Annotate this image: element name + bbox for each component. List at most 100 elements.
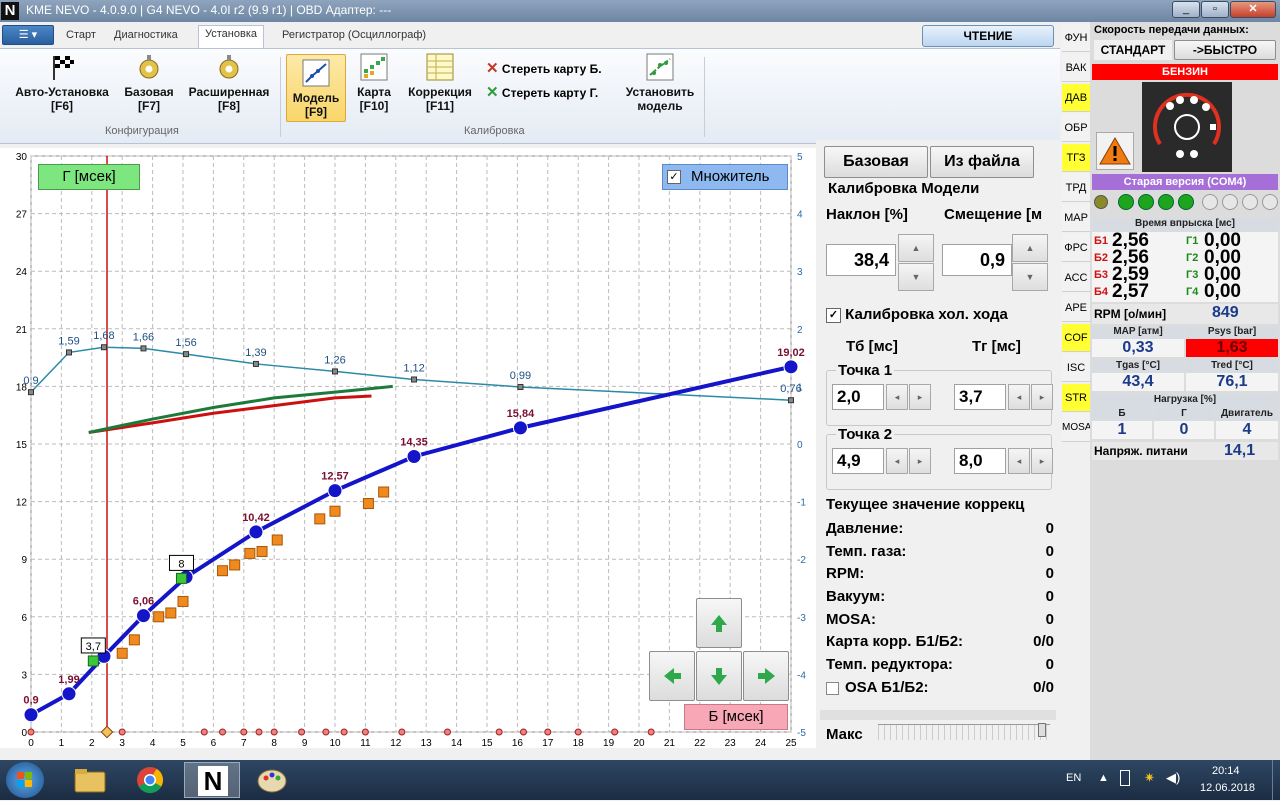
side-tab[interactable]: COF — [1062, 324, 1090, 352]
battery-icon[interactable] — [1120, 770, 1130, 786]
load-engine-label: Двигатель — [1216, 408, 1278, 421]
base-button[interactable]: Базовая — [824, 146, 928, 178]
point1-tb-inc[interactable]: ▸ — [909, 384, 931, 410]
speed-fast-button[interactable]: ->БЫСТРО — [1174, 40, 1276, 60]
point2-tg-inc[interactable]: ▸ — [1031, 448, 1053, 474]
side-tab[interactable]: ISC — [1062, 354, 1090, 382]
model-point[interactable] — [135, 608, 151, 624]
erase-map-g-label: Стереть карту Г. — [501, 86, 599, 100]
erase-map-g-button[interactable]: ✕ Стереть карту Г. — [486, 83, 598, 101]
model-point[interactable] — [406, 448, 422, 464]
side-tab[interactable]: ДАВ — [1062, 84, 1090, 112]
side-tab[interactable]: MOSA — [1062, 414, 1091, 442]
point1-tg-dec[interactable]: ◂ — [1008, 384, 1030, 410]
point1-tb-input[interactable]: 2,0 — [832, 384, 884, 410]
clock-time[interactable]: 20:14 — [1212, 765, 1240, 777]
point2-tg-dec[interactable]: ◂ — [1008, 448, 1030, 474]
model-point[interactable] — [327, 483, 343, 499]
extended-config-button[interactable]: Расширенная [F8] — [184, 53, 274, 113]
from-file-button[interactable]: Из файла — [930, 146, 1034, 178]
nav-up-button[interactable] — [696, 598, 742, 648]
side-tab[interactable]: ФРС — [1062, 234, 1090, 262]
bottom-marker — [219, 728, 227, 736]
model-button[interactable]: Модель [F9] — [286, 54, 346, 122]
model-label: 15,84 — [507, 408, 535, 420]
language-indicator[interactable]: EN — [1066, 772, 1081, 784]
offset-up-button[interactable]: ▲ — [1012, 234, 1048, 262]
max-slider-thumb[interactable] — [1038, 723, 1046, 737]
x-icon: ✕ — [486, 60, 499, 77]
start-button[interactable] — [6, 762, 44, 798]
correction-button[interactable]: Коррекция [F11] — [402, 53, 478, 113]
slope-up-button[interactable]: ▲ — [898, 234, 934, 262]
side-tab[interactable]: STR — [1062, 384, 1090, 412]
point2-tg-input[interactable]: 8,0 — [954, 448, 1006, 474]
multiplier-point — [517, 383, 524, 390]
app-menu-button[interactable]: ☰ ▾ — [2, 25, 54, 45]
auto-install-button[interactable]: Авто-Установка [F6] — [8, 53, 116, 113]
close-button[interactable]: ✕ — [1230, 1, 1276, 18]
tred-value: 76,1 — [1186, 373, 1278, 391]
multiplier-checkbox[interactable]: ✓ — [667, 170, 681, 184]
point2-tb-dec[interactable]: ◂ — [886, 448, 908, 474]
switch-gauge-icon[interactable] — [1142, 82, 1232, 172]
offset-input[interactable]: 0,9 — [942, 244, 1012, 276]
tab-diagnostics[interactable]: Диагностика — [108, 27, 184, 43]
x-tick-label: 5 — [180, 738, 186, 748]
model-point[interactable] — [61, 686, 77, 702]
point2-tb-input[interactable]: 4,9 — [832, 448, 884, 474]
maximize-button[interactable]: ▫ — [1201, 1, 1229, 18]
osa-checkbox[interactable] — [826, 682, 839, 696]
side-tab[interactable]: ФУН — [1062, 24, 1090, 52]
corr-list: Давление: 0 Темп. газа: 0 RPM: 0 Вакуум: 0 M… — [826, 520, 1054, 702]
erase-map-b-button[interactable]: ✕ Стереть карту Б. — [486, 59, 602, 77]
multiplier-toggle[interactable]: ✓ Множитель — [662, 164, 788, 190]
volume-icon[interactable]: ◀) — [1166, 770, 1180, 786]
calibration-chart[interactable]: 0 1 2 3 4 5 6 7 8 9 10 11 12 13 14 15 16 17 18 19 20 21 22 23 24… — [0, 148, 816, 748]
kme-nevo-taskbar-button[interactable]: N — [184, 762, 240, 798]
tab-start[interactable]: Старт — [60, 27, 102, 43]
side-tab[interactable]: ТГЗ — [1062, 144, 1090, 172]
tab-recorder[interactable]: Регистратор (Осциллограф) — [276, 27, 432, 43]
point1-tg-inc[interactable]: ▸ — [1031, 384, 1053, 410]
side-tab[interactable]: ВАК — [1062, 54, 1090, 82]
side-tab[interactable]: АСС — [1062, 264, 1090, 292]
point1-tb-dec[interactable]: ◂ — [886, 384, 908, 410]
nav-left-button[interactable] — [649, 651, 695, 701]
read-button[interactable]: ЧТЕНИЕ — [922, 25, 1054, 47]
point2-tb-inc[interactable]: ▸ — [909, 448, 931, 474]
side-tab[interactable]: АРЕ — [1062, 294, 1090, 322]
max-slider[interactable] — [878, 723, 1050, 740]
map-button[interactable]: Карта [F10] — [352, 53, 396, 113]
network-icon[interactable]: ✷ — [1144, 770, 1155, 786]
offset-down-button[interactable]: ▼ — [1012, 263, 1048, 291]
paint-icon[interactable] — [252, 763, 292, 797]
idle-calib-checkbox[interactable]: ✓ — [826, 307, 841, 323]
minimize-button[interactable]: _ — [1172, 1, 1200, 18]
model-point[interactable] — [23, 707, 39, 723]
side-tab[interactable]: ТРД — [1062, 174, 1090, 202]
chrome-icon[interactable] — [130, 763, 170, 797]
idle-calib-label: Калибровка хол. хода — [845, 306, 1008, 323]
nav-right-button[interactable] — [743, 651, 789, 701]
explorer-icon[interactable] — [70, 763, 110, 797]
point1-tg-input[interactable]: 3,7 — [954, 384, 1006, 410]
model-point[interactable] — [783, 359, 799, 375]
set-model-button[interactable]: Установить модель — [620, 53, 700, 113]
model-point[interactable] — [248, 524, 264, 540]
side-tab[interactable]: MAP — [1062, 204, 1090, 232]
basic-config-button[interactable]: Базовая [F7] — [120, 53, 178, 113]
slope-input[interactable]: 38,4 — [826, 244, 896, 276]
erase-map-b-label: Стереть карту Б. — [501, 62, 602, 76]
tab-installation[interactable]: Установка — [198, 25, 264, 48]
idle-calib-toggle[interactable]: ✓ Калибровка хол. хода — [826, 306, 1008, 323]
model-point[interactable] — [512, 420, 528, 436]
show-desktop-button[interactable] — [1272, 760, 1280, 800]
bottom-marker — [443, 728, 451, 736]
slope-down-button[interactable]: ▼ — [898, 263, 934, 291]
nav-down-button[interactable] — [696, 651, 742, 701]
side-tab[interactable]: ОБР — [1062, 114, 1090, 142]
multiplier-label: 1,26 — [324, 354, 345, 366]
clock-date[interactable]: 12.06.2018 — [1200, 782, 1255, 794]
tray-arrow-icon[interactable]: ▲ — [1098, 772, 1109, 784]
